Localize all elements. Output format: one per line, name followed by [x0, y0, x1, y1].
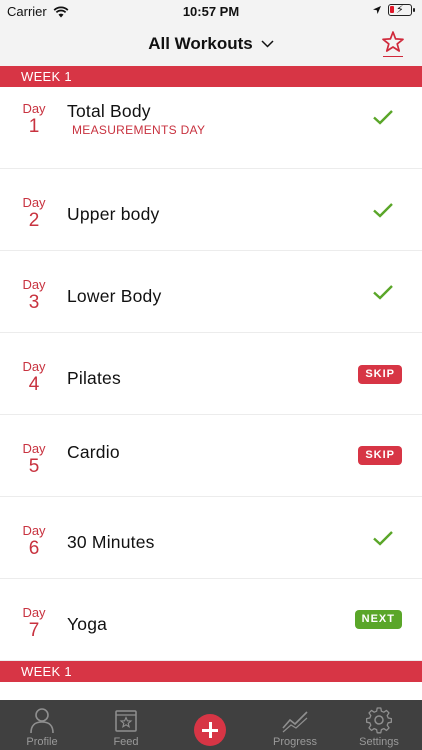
workout-filter-dropdown[interactable]: All Workouts — [0, 34, 422, 54]
workout-name: Cardio — [67, 442, 120, 462]
skip-badge[interactable]: SKIP — [358, 365, 402, 384]
workout-row-day-4[interactable]: Day 4 Pilates SKIP — [0, 333, 422, 415]
day-label: Day — [22, 359, 46, 374]
checkmark-icon — [373, 110, 393, 125]
feed-star-icon — [115, 710, 137, 732]
workout-row-day-6[interactable]: Day 6 30 Minutes — [0, 497, 422, 579]
day-label: Day — [22, 523, 46, 538]
tab-progress[interactable]: Progress — [253, 700, 337, 750]
day-number: 3 — [28, 292, 40, 313]
workout-row-day-7[interactable]: Day 7 Yoga NEXT — [0, 579, 422, 661]
favorites-button[interactable] — [380, 30, 406, 58]
add-workout-button[interactable] — [194, 714, 226, 746]
tab-label: Profile — [26, 736, 58, 748]
workout-list[interactable]: WEEK 1 Day 1 Total Body MEASUREMENTS DAY… — [0, 66, 422, 712]
workout-row-day-5[interactable]: Day 5 Cardio SKIP — [0, 415, 422, 497]
workout-name: 30 Minutes — [67, 532, 155, 552]
workout-name: Upper body — [67, 204, 160, 224]
workout-name: Pilates — [67, 368, 121, 388]
workout-name: Total Body — [67, 101, 151, 121]
workout-name: Yoga — [67, 614, 108, 634]
status-bar: Carrier 10:57 PM ⚡ — [0, 0, 422, 24]
location-icon — [373, 6, 381, 14]
chevron-down-icon — [261, 40, 274, 48]
day-number: 6 — [28, 538, 40, 559]
tab-label: Feed — [113, 736, 139, 748]
tab-bar: Profile Feed Progress Settings — [0, 700, 422, 750]
week-header: WEEK 1 — [0, 661, 422, 682]
tab-label: Settings — [359, 736, 399, 748]
next-badge[interactable]: NEXT — [354, 610, 402, 629]
tab-feed[interactable]: Feed — [84, 700, 168, 750]
checkmark-icon — [373, 285, 393, 300]
tab-label: Progress — [272, 736, 318, 748]
battery-icon: ⚡ — [388, 4, 415, 16]
workout-row-day-2[interactable]: Day 2 Upper body — [0, 169, 422, 251]
workout-row-day-3[interactable]: Day 3 Lower Body — [0, 251, 422, 333]
workout-name: Lower Body — [67, 286, 162, 306]
day-number: 2 — [28, 210, 40, 231]
gear-icon — [366, 707, 392, 734]
skip-badge[interactable]: SKIP — [358, 446, 402, 465]
nav-bar: All Workouts — [0, 24, 422, 66]
day-number: 1 — [28, 116, 40, 137]
day-number: 5 — [28, 456, 40, 477]
star-icon — [382, 31, 404, 52]
workout-row-day-1[interactable]: Day 1 Total Body MEASUREMENTS DAY — [0, 87, 422, 169]
star-underline — [383, 55, 403, 57]
day-number: 7 — [28, 620, 40, 641]
tab-settings[interactable]: Settings — [337, 700, 421, 750]
checkmark-icon — [373, 531, 393, 546]
week-header: WEEK 1 — [0, 66, 422, 87]
person-icon — [30, 708, 54, 734]
day-number: 4 — [28, 374, 40, 395]
page-title: All Workouts — [148, 34, 253, 53]
clock: 10:57 PM — [182, 4, 240, 19]
checkmark-icon — [373, 203, 393, 218]
progress-chart-icon — [282, 711, 308, 733]
day-label: Day — [22, 195, 46, 210]
day-label: Day — [22, 441, 46, 456]
day-label: Day — [22, 277, 46, 292]
workout-subtitle: MEASUREMENTS DAY — [72, 123, 206, 137]
day-label: Day — [22, 101, 46, 116]
day-label: Day — [22, 605, 46, 620]
tab-profile[interactable]: Profile — [0, 700, 84, 750]
